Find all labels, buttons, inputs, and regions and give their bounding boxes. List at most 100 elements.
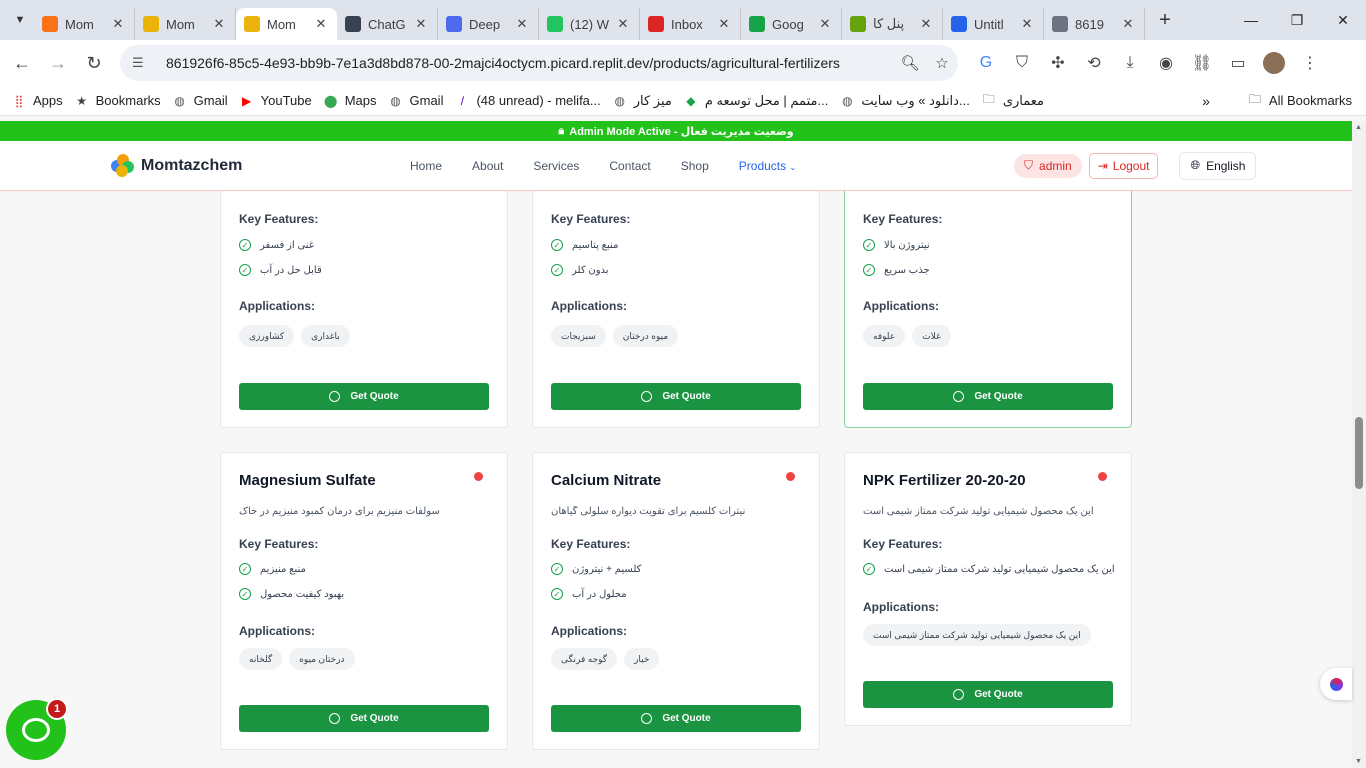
address-bar[interactable]: ☰ 861926f6-85c5-4e93-bb9b-7e1a3d8bd878-0… [120,45,958,81]
feature-text: منبع منیزیم [260,563,306,575]
tab-close-icon[interactable]: ✕ [110,16,126,32]
browser-tab[interactable]: Deep ✕ [438,8,539,40]
bookmark-item[interactable]: ▶ YouTube [239,93,312,109]
browser-tab[interactable]: ChatG ✕ [337,8,438,40]
get-quote-button[interactable]: Get Quote [551,705,801,732]
language-switcher[interactable]: 🌐︎ English [1179,151,1257,180]
profile-avatar[interactable] [1263,52,1285,74]
browser-tab[interactable]: Mom ✕ [34,8,135,40]
get-quote-button[interactable]: Get Quote [863,383,1113,410]
link-icon[interactable]: ⛓ [1184,53,1220,73]
scrollbar-thumb[interactable] [1355,417,1363,489]
tab-title: پنل کا [873,16,905,31]
browser-tab[interactable]: Mom ✕ [135,8,236,40]
bookmark-item[interactable]: ◆ متمم | محل توسعه م... [683,93,828,109]
check-circle-icon: ✓ [863,239,875,251]
bookmark-item[interactable]: ⣿ Apps [11,93,63,109]
minimize-button[interactable]: — [1228,0,1274,40]
tab-search-chevron-icon[interactable]: ▼ [6,6,34,34]
all-bookmarks-button[interactable]: 🗀 All Bookmarks [1247,92,1352,109]
application-tag: باغداری [301,325,350,347]
browser-tab[interactable]: پنل کا ✕ [842,8,943,40]
tab-close-icon[interactable]: ✕ [918,16,934,32]
side-panel-icon[interactable]: ▭ [1220,53,1256,73]
shield-icon: ⛉ [1024,158,1034,172]
globe-icon: ◍ [614,93,625,108]
browser-tab[interactable]: 8619 ✕ [1044,8,1145,40]
tab-close-icon[interactable]: ✕ [1019,16,1035,32]
nav-about[interactable]: About [472,159,503,173]
logout-button[interactable]: ⇥ Logout [1088,152,1159,179]
browser-tab[interactable]: (12) W ✕ [539,8,640,40]
download-icon[interactable]: ⤓ [1112,54,1148,72]
nav-products-label: Products [738,158,787,173]
nav-products[interactable]: Products ⌄ [739,159,796,173]
zoom-icon[interactable]: 🔍︎ [894,54,926,72]
nav-contact[interactable]: Contact [609,159,650,173]
bookmark-label: YouTube [260,93,312,108]
bookmark-item[interactable]: ◍ Gmail [172,93,227,109]
nav-home[interactable]: Home [410,159,442,173]
bookmark-item[interactable]: ◍ میز کار [612,93,672,109]
bookmark-item[interactable]: / (48 unread) - melifa... [454,93,601,109]
brand-logo[interactable]: Momtazchem [111,153,243,178]
globe-icon: 🌐︎ [1190,158,1201,172]
bookmark-item[interactable]: ★ Bookmarks [74,93,160,109]
extensions-puzzle-icon[interactable]: ✣ [1040,53,1076,73]
get-quote-button[interactable]: Get Quote [551,383,801,410]
tab-close-icon[interactable]: ✕ [313,16,329,32]
feature-text: کلسیم + نیتروژن [572,563,642,575]
bookmark-star-icon[interactable]: ☆ [926,54,958,72]
translate-extension-icon[interactable]: G [968,54,1004,72]
forward-button[interactable]: → [40,45,76,81]
reload-button[interactable]: ↻ [76,45,112,81]
new-tab-button[interactable]: + [1151,6,1179,34]
browser-menu-icon[interactable]: ⋮ [1292,53,1328,73]
applications-heading: Applications: [863,299,940,313]
feature-item: ✓ جذب سریع [863,264,930,276]
browser-tab[interactable]: Mom ✕ [236,8,337,40]
close-window-button[interactable]: ✕ [1320,0,1366,40]
screenshot-icon[interactable]: ◉ [1148,53,1184,73]
browser-tab[interactable]: Goog ✕ [741,8,842,40]
bookmark-item[interactable]: ◍ Gmail [388,93,443,109]
applications-heading: Applications: [239,624,316,638]
tab-close-icon[interactable]: ✕ [817,16,833,32]
back-button[interactable]: ← [4,45,40,81]
tab-close-icon[interactable]: ✕ [413,16,429,32]
shield-extension-icon[interactable]: ⛉ [1004,54,1040,72]
floating-assistant-button[interactable] [1320,668,1352,700]
nav-shop[interactable]: Shop [681,159,709,173]
feature-item: ✓ محلول در آب [551,588,627,600]
browser-toolbar: ← → ↻ ☰ 861926f6-85c5-4e93-bb9b-7e1a3d8b… [0,40,1366,86]
logout-label: Logout [1112,158,1150,173]
browser-tab-strip: ▼ Mom ✕ Mom ✕ Mom ✕ ChatG ✕ Deep ✕ (12) W ✕ Inbox ✕ Go… [0,0,1366,40]
bookmark-item[interactable]: 🗀 معماری [981,92,1044,109]
tab-close-icon[interactable]: ✕ [514,16,530,32]
get-quote-button[interactable]: Get Quote [863,681,1113,708]
restore-button[interactable]: ❐ [1274,0,1320,40]
tab-close-icon[interactable]: ✕ [1120,16,1136,32]
browser-tab[interactable]: Inbox ✕ [640,8,741,40]
tab-close-icon[interactable]: ✕ [211,16,227,32]
history-icon[interactable]: ⟲ [1076,53,1112,73]
brand-name: Momtazchem [141,156,243,174]
web-page: Key Features: ✓ غنی از فسفر ✓ قابل حل در آب A… [0,121,1352,768]
nav-services[interactable]: Services [533,159,579,173]
tab-close-icon[interactable]: ✕ [716,16,732,32]
get-quote-button[interactable]: Get Quote [239,383,489,410]
get-quote-button[interactable]: Get Quote [239,705,489,732]
scroll-down-icon[interactable]: ▼ [1355,758,1362,765]
site-info-icon[interactable]: ☰ [132,55,150,71]
tab-favicon-icon [547,16,563,32]
page-scrollbar[interactable]: ▲ ▼ [1352,121,1366,768]
bookmarks-overflow-icon[interactable]: » [1202,93,1210,109]
scroll-up-icon[interactable]: ▲ [1355,124,1362,131]
feature-text: جذب سریع [884,264,930,276]
admin-badge[interactable]: ⛉ admin [1014,153,1082,178]
bookmark-item[interactable]: ◍ دانلود » وب سایت... [839,93,970,109]
browser-tab[interactable]: Untitl ✕ [943,8,1044,40]
check-circle-icon: ✓ [239,563,251,575]
tab-close-icon[interactable]: ✕ [615,16,631,32]
bookmark-item[interactable]: ⬤ Maps [323,93,377,109]
